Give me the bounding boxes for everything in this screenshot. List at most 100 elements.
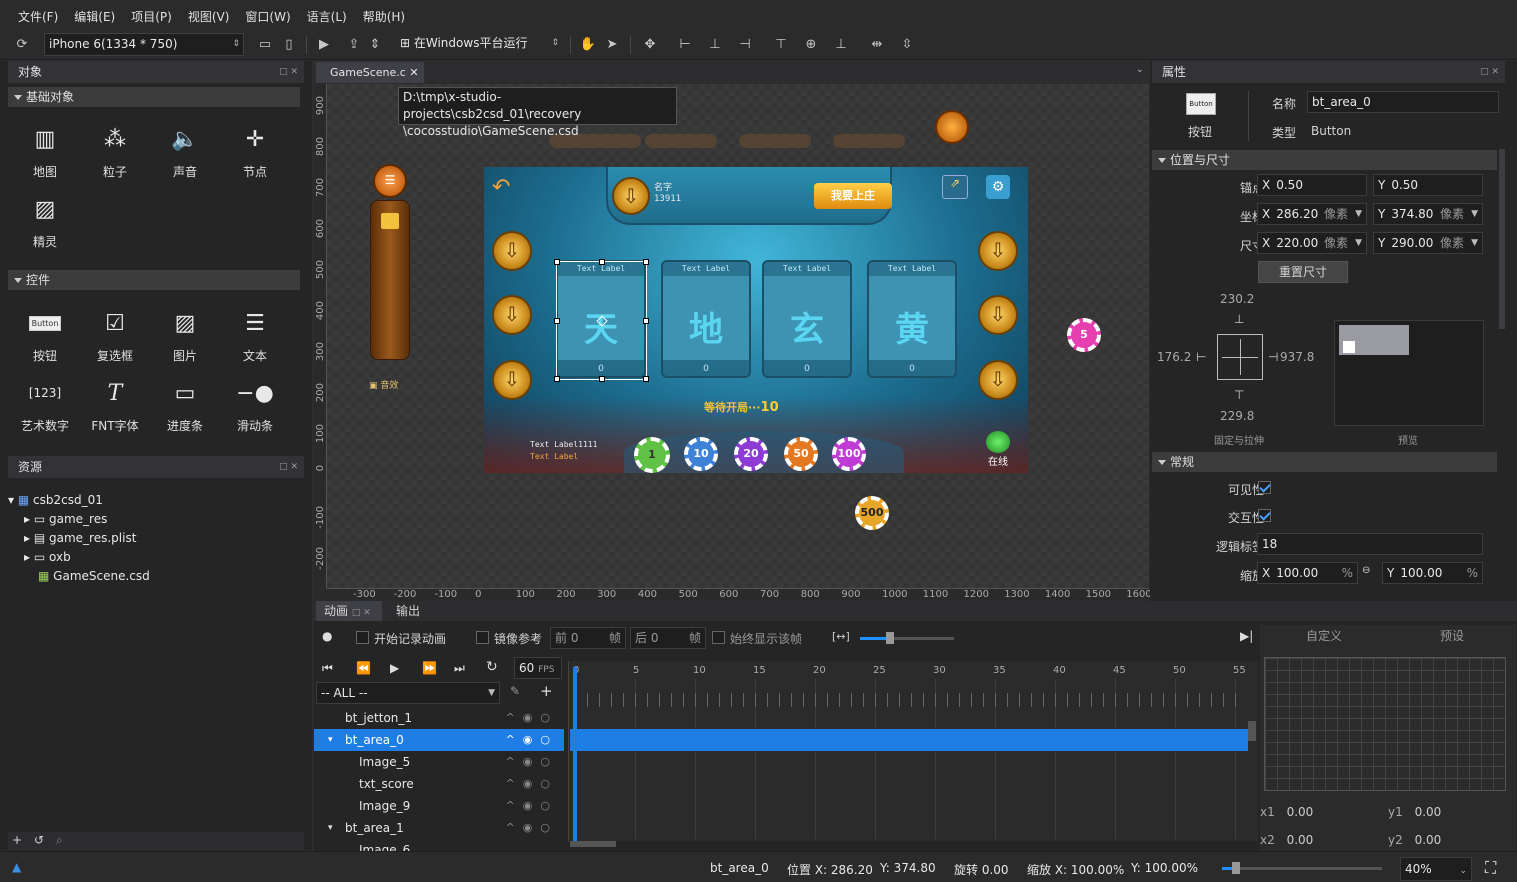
zoom-slider-thumb[interactable] xyxy=(1232,862,1240,874)
pin-bottom-icon[interactable]: ⊤ xyxy=(1234,388,1244,402)
tree-item[interactable]: ▦ GameScene.csd xyxy=(38,567,150,586)
anchor-x-input[interactable]: X 0.50 xyxy=(1257,174,1367,196)
size-x-input[interactable]: X 220.00 像素 ▼ xyxy=(1257,232,1367,254)
y1-field[interactable]: y1 0.00 xyxy=(1388,805,1441,819)
collapse-icon[interactable]: ▾ xyxy=(328,817,333,839)
float-chip-500[interactable]: 500 xyxy=(855,496,889,530)
search-icon[interactable]: ⌕ xyxy=(56,833,63,848)
chip-1[interactable]: 1 xyxy=(634,437,670,473)
scene-canvas[interactable]: ☰ ▣ 音效 5 500 ↶ ⇩ 名字 13911 我要上庄 ⇗ ⚙ ⇩ ⇩ ⇩ … xyxy=(327,84,1149,588)
resize-handle[interactable] xyxy=(554,259,560,265)
effect-toggle[interactable]: ▣ 音效 xyxy=(369,378,398,391)
pin-right-icon[interactable]: ⊣ xyxy=(1268,350,1278,364)
record-checkbox[interactable] xyxy=(356,631,369,644)
timeline-vscroll[interactable] xyxy=(1248,721,1256,741)
y2-field[interactable]: y2 0.00 xyxy=(1388,833,1441,847)
object-particle[interactable]: ⁂ 粒子 xyxy=(80,119,150,189)
control-slider[interactable]: −● 滑动条 xyxy=(220,373,290,443)
align-center-h-icon[interactable]: ⊥ xyxy=(705,35,725,55)
control-art-number[interactable]: [123] 艺术数字 xyxy=(10,373,80,443)
device-select[interactable]: iPhone 6(1334 * 750) ⇕ xyxy=(44,33,244,56)
reset-size-button[interactable]: 重置尺寸 xyxy=(1258,261,1348,283)
filter-select[interactable]: -- ALL -- ▼ xyxy=(316,682,500,704)
run-platform-select[interactable]: ⊞ 在Windows平台运行 ⇕ xyxy=(396,33,562,56)
visible-checkbox[interactable] xyxy=(1258,481,1271,494)
tag-input[interactable]: 18 xyxy=(1257,533,1483,555)
resize-handle[interactable] xyxy=(643,259,649,265)
object-node[interactable]: ✛ 节点 xyxy=(220,119,290,189)
align-bottom-icon[interactable]: ⊥ xyxy=(831,35,851,55)
panel-close-icon[interactable]: □ ✕ xyxy=(279,456,298,478)
timeline-row[interactable]: ▾ bt_area_1 ^◉○ xyxy=(314,817,564,839)
chevron-down-icon[interactable]: ▼ xyxy=(1355,204,1362,224)
move-icon[interactable]: ✥ xyxy=(640,35,660,55)
object-sprite[interactable]: ▨ 精灵 xyxy=(10,189,80,259)
portrait-icon[interactable]: ▯ xyxy=(279,35,299,55)
avatar[interactable]: ⇩ xyxy=(612,177,650,215)
tree-root[interactable]: ▾ ▦ csb2csd_01 xyxy=(8,491,103,510)
object-sound[interactable]: 🔈 声音 xyxy=(150,119,220,189)
refresh-icon[interactable]: ↺ xyxy=(34,833,44,847)
publish-icon[interactable]: ⇪ xyxy=(344,35,364,55)
play-end-icon[interactable]: ▶| xyxy=(1240,629,1253,643)
tab-animation[interactable]: 动画 □ ✕ xyxy=(316,601,382,621)
arrow-left-1[interactable]: ⇩ xyxy=(492,231,532,271)
warning-icon[interactable]: ▲ xyxy=(12,860,21,874)
chevron-down-icon[interactable]: ⌄ xyxy=(1136,64,1144,75)
resize-handle[interactable] xyxy=(643,376,649,382)
front-frames-input[interactable]: 前 0 帧 xyxy=(550,627,626,649)
timeline-row[interactable]: Image_9 ^◉○ xyxy=(314,795,564,817)
panel-close-icon[interactable]: □ ✕ xyxy=(1480,61,1499,83)
menu-edit[interactable]: 编辑(E) xyxy=(66,0,123,30)
chevron-down-icon[interactable]: ▼ xyxy=(1471,233,1478,253)
zoom-slider[interactable] xyxy=(860,632,954,644)
arrow-right-1[interactable]: ⇩ xyxy=(978,231,1018,271)
timeline-row[interactable]: Image_6 xyxy=(314,839,564,851)
chip-50[interactable]: 50 xyxy=(784,437,818,471)
size-y-input[interactable]: Y 290.00 像素 ▼ xyxy=(1373,232,1483,254)
card-area-3[interactable]: Text Label 黄 0 xyxy=(867,260,957,378)
last-frame-icon[interactable]: ⏭ xyxy=(454,661,465,676)
landscape-icon[interactable]: ▭ xyxy=(255,35,275,55)
scale-y-input[interactable]: Y 100.00% xyxy=(1382,562,1483,584)
always-show-checkbox[interactable] xyxy=(712,631,725,644)
fit-icon[interactable]: [↔] xyxy=(832,630,850,643)
arrow-left-3[interactable]: ⇩ xyxy=(492,360,532,400)
menu-icon[interactable]: ☰ xyxy=(373,164,407,198)
next-frame-icon[interactable]: ⏩ xyxy=(422,661,437,675)
align-left-icon[interactable]: ⊢ xyxy=(675,35,695,55)
align-top-icon[interactable]: ⊤ xyxy=(771,35,791,55)
menu-project[interactable]: 项目(P) xyxy=(123,0,180,30)
arrow-right-3[interactable]: ⇩ xyxy=(978,360,1018,400)
menu-file[interactable]: 文件(F) xyxy=(10,0,66,30)
zoom-select[interactable]: 40% ⌄ xyxy=(1400,857,1472,881)
control-text[interactable]: ☰ 文本 xyxy=(220,303,290,373)
panel-close-icon[interactable]: □ ✕ xyxy=(352,608,371,618)
resize-handle[interactable] xyxy=(643,318,649,324)
hand-tool-icon[interactable]: ✋ xyxy=(578,35,598,55)
row-controls[interactable]: ^◉○ xyxy=(506,795,558,817)
gear-icon[interactable]: ⚙ xyxy=(986,175,1010,199)
position-size-section[interactable]: 位置与尺寸 xyxy=(1152,150,1497,170)
stretch-box[interactable] xyxy=(1217,334,1263,380)
select-tool-icon[interactable]: ➤ xyxy=(602,35,622,55)
object-map[interactable]: ▥ 地图 xyxy=(10,119,80,189)
resize-handle[interactable] xyxy=(554,376,560,382)
menu-window[interactable]: 窗口(W) xyxy=(237,0,298,30)
add-icon[interactable]: + xyxy=(540,682,553,700)
timeline-row[interactable]: bt_jetton_1 ^◉○ xyxy=(314,707,564,729)
timeline-row[interactable]: txt_score ^◉○ xyxy=(314,773,564,795)
x1-field[interactable]: x1 0.00 xyxy=(1260,805,1313,819)
selection-box[interactable] xyxy=(554,259,649,382)
timeline-hscroll[interactable] xyxy=(570,841,616,847)
zoom-slider-thumb[interactable] xyxy=(886,632,894,644)
panel-close-icon[interactable]: □ ✕ xyxy=(279,61,298,83)
zoom-slider[interactable] xyxy=(1222,862,1382,874)
chevron-down-icon[interactable]: ⌄ xyxy=(1459,860,1467,882)
banker-button[interactable]: 我要上庄 xyxy=(814,183,892,209)
control-progress[interactable]: ▭ 进度条 xyxy=(150,373,220,443)
first-frame-icon[interactable]: ⏮ xyxy=(322,661,333,676)
wallet-icon[interactable] xyxy=(381,213,399,229)
chevron-down-icon[interactable]: ▼ xyxy=(1471,204,1478,224)
playhead[interactable] xyxy=(573,667,577,841)
